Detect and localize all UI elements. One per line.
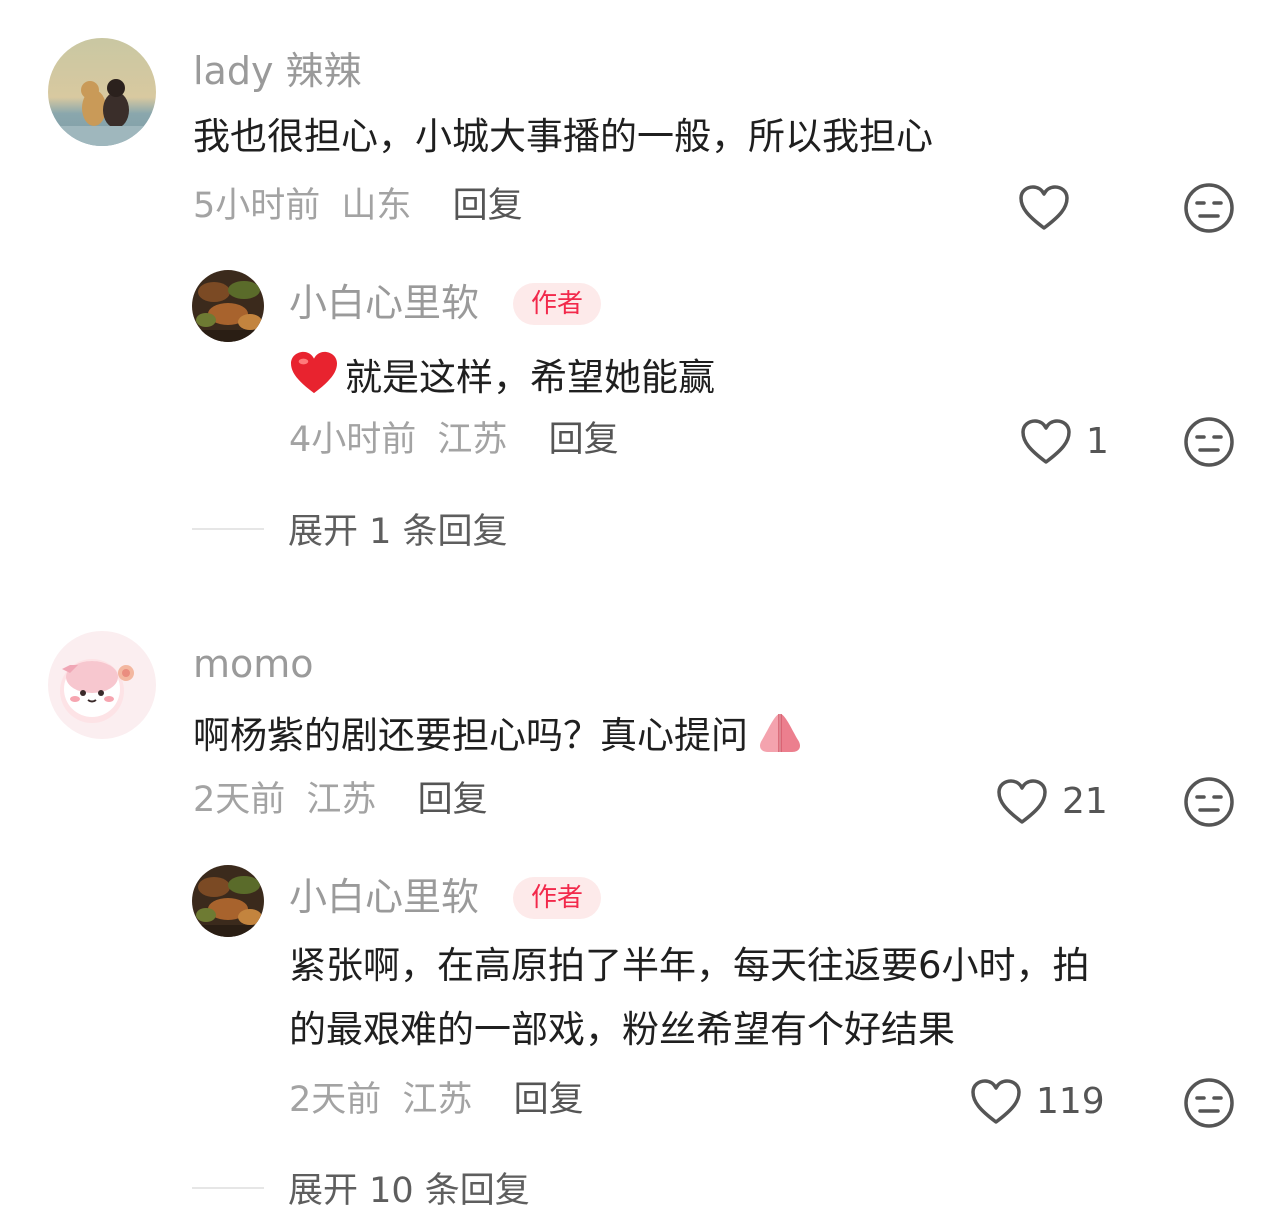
comment-location: 江苏 [306,780,377,820]
reply-button[interactable]: 回复 [453,186,523,226]
reply-text-line: 的最艰难的一部戏，粉丝希望有个好结果 [289,1008,955,1051]
reply-meta: 2天前 江苏 回复 [289,1083,584,1118]
heart-outline-icon [971,1079,1021,1124]
comment-meta: 5小时前 山东 回复 [193,189,523,224]
reply-button[interactable]: 回复 [549,420,619,460]
reply-time: 4小时前 [289,420,417,460]
comment-location: 山东 [341,186,412,226]
heart-outline-icon [1021,419,1071,464]
avatar[interactable] [192,865,264,937]
comment-username[interactable]: lady 辣辣 [193,52,362,90]
reply-location: 江苏 [402,1080,473,1120]
meh-face-icon [1184,1078,1234,1128]
reply-location: 江苏 [437,420,508,460]
avatar[interactable] [48,38,156,146]
dislike-button[interactable] [1183,776,1235,832]
reply-button[interactable]: 回复 [418,780,488,820]
divider [192,1186,264,1189]
meh-face-icon [1184,777,1234,827]
author-badge: 作者 [513,877,602,919]
avatar[interactable] [48,631,156,739]
comment-time: 2天前 [193,780,286,820]
expand-replies[interactable]: 展开 10 条回复 [192,1162,530,1213]
meh-face-icon [1184,183,1234,233]
dislike-button[interactable] [1183,182,1235,238]
reply-text: 就是这样，希望她能赢 [289,350,715,400]
comment-text-content: 啊杨紫的剧还要担心吗？真心提问 [193,714,748,757]
comment-text: 啊杨紫的剧还要担心吗？真心提问 [193,710,808,758]
reply-button[interactable]: 回复 [514,1080,584,1120]
like-button[interactable]: 119 [970,1078,1105,1126]
comment-time: 5小时前 [193,186,321,226]
like-button[interactable]: 21 [996,778,1108,826]
dislike-button[interactable] [1183,416,1235,472]
expand-replies-label[interactable]: 展开 10 条回复 [288,1162,530,1213]
reply-username[interactable]: 小白心里软 [289,878,479,916]
divider [192,527,264,530]
like-count: 119 [1036,1081,1105,1122]
expand-replies[interactable]: 展开 1 条回复 [192,503,508,554]
reply-text-content: 就是这样，希望她能赢 [345,356,715,399]
expand-replies-label[interactable]: 展开 1 条回复 [288,503,508,554]
like-button[interactable]: 1 [1020,418,1109,466]
comment-text: 我也很担心，小城大事播的一般，所以我担心 [193,115,933,158]
avatar[interactable] [192,270,264,342]
comment-username[interactable]: momo [193,645,314,683]
heart-outline-icon [997,779,1047,824]
reply-meta: 4小时前 江苏 回复 [289,423,619,458]
heart-outline-icon [1019,185,1069,230]
author-badge: 作者 [513,283,602,325]
like-button[interactable] [1018,184,1070,232]
meh-face-icon [1184,417,1234,467]
like-count: 21 [1062,781,1108,822]
red-heart-emoji [291,351,337,394]
like-count: 1 [1086,421,1109,462]
reply-username[interactable]: 小白心里软 [289,284,479,322]
reply-time: 2天前 [289,1080,382,1120]
dislike-button[interactable] [1183,1077,1235,1133]
reply-text-line: 紧张啊，在高原拍了半年，每天往返要6小时，拍 [289,944,1090,987]
comment-meta: 2天前 江苏 回复 [193,783,488,818]
folded-hands-emoji [760,714,800,752]
